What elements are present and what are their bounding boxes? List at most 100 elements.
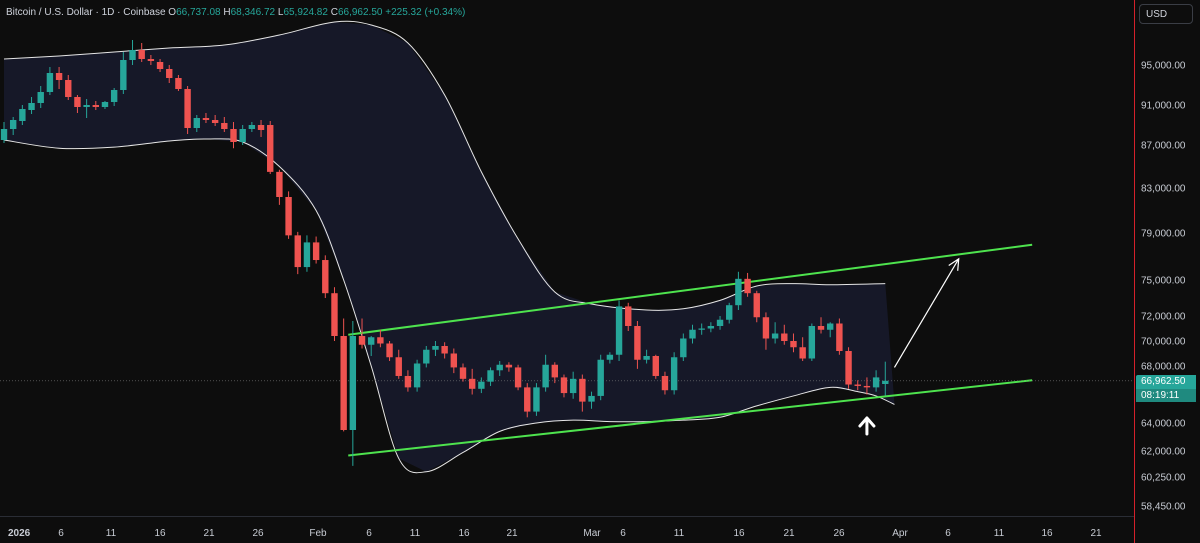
candle-body	[634, 326, 641, 360]
candle-body	[257, 125, 265, 130]
price-tick-label: 87,000.00	[1141, 141, 1186, 152]
time-tick-label: 16	[1041, 528, 1053, 539]
candle-body	[716, 319, 724, 326]
candle-body	[413, 363, 421, 388]
candle-body	[827, 323, 834, 330]
price-tick-label: 79,000.00	[1141, 229, 1186, 240]
time-tick-label: 6	[945, 528, 951, 539]
change-value: +225.32 (+0.34%)	[385, 7, 466, 18]
candle	[331, 287, 338, 341]
candle-body	[744, 278, 751, 294]
candle-body	[689, 329, 696, 339]
time-tick-label: 21	[783, 528, 795, 539]
candle-body	[496, 364, 503, 371]
candle	[285, 191, 292, 239]
candle-body	[404, 375, 412, 388]
candle-body	[294, 235, 301, 268]
candle-body	[735, 278, 742, 306]
candle-body	[340, 336, 347, 430]
open-label: O	[168, 7, 177, 18]
time-tick-label: 11	[994, 528, 1005, 539]
time-tick-label: 21	[506, 528, 518, 539]
candle-body	[597, 359, 604, 396]
candle-body	[726, 305, 733, 320]
high-value: 68,346.72	[230, 7, 276, 18]
candle-body	[175, 78, 182, 89]
candle-body	[285, 197, 292, 236]
time-tick-label: 16	[458, 528, 470, 539]
candle-body	[129, 50, 136, 60]
candle-body	[184, 89, 191, 128]
time-tick-label: 21	[203, 528, 215, 539]
candle	[670, 352, 678, 395]
price-tick-label: 70,000.00	[1141, 337, 1186, 348]
candle-body	[331, 293, 338, 336]
time-tick-label: 16	[154, 528, 166, 539]
candle-body	[505, 364, 513, 368]
candle-body	[120, 60, 127, 90]
candle-body	[248, 125, 256, 129]
price-tick-label: 60,250.00	[1141, 473, 1186, 484]
candle-body	[487, 370, 494, 382]
candle-body	[202, 118, 210, 120]
candle-body	[267, 125, 274, 172]
candle-body	[588, 395, 595, 402]
candle-body	[450, 353, 458, 368]
time-tick-label: Mar	[583, 528, 601, 539]
high-label: H	[223, 7, 231, 18]
candle-body	[882, 380, 889, 384]
candle-body	[808, 326, 816, 359]
candle	[808, 323, 816, 361]
candle-body	[551, 364, 558, 378]
candle-body	[560, 377, 568, 394]
candle	[845, 347, 852, 389]
time-tick-label: 11	[674, 528, 685, 539]
candle-body	[625, 306, 632, 326]
price-tick-label: 75,000.00	[1141, 276, 1186, 287]
time-tick-label: 21	[1090, 528, 1102, 539]
candle-body	[799, 347, 806, 359]
candle-body	[303, 242, 311, 268]
price-tick-label: 95,000.00	[1141, 61, 1186, 72]
candle	[322, 255, 329, 298]
candle-body	[211, 120, 219, 123]
low-value: 65,924.82	[283, 7, 328, 18]
time-tick-label: 26	[252, 528, 264, 539]
candle-body	[845, 351, 852, 385]
price-tick-label: 91,000.00	[1141, 101, 1186, 112]
candle	[615, 300, 623, 361]
candle-body	[514, 367, 522, 388]
candle-body	[606, 354, 614, 360]
candle-body	[147, 59, 155, 61]
symbol-name[interactable]: Bitcoin / U.S. Dollar · 1D · Coinbase	[6, 7, 166, 18]
time-tick-label: 26	[833, 528, 845, 539]
candle-body	[468, 378, 476, 389]
candle	[184, 86, 191, 134]
candle-body	[349, 336, 357, 430]
candle-body	[166, 69, 173, 78]
time-tick-label: 6	[366, 528, 372, 539]
candle-body	[312, 242, 320, 261]
candlestick-chart[interactable]: 95,000.00 91,000.00 87,000.00 83,000.00 79,0…	[0, 0, 1200, 543]
candle-body	[368, 337, 375, 345]
candle-body	[101, 102, 109, 107]
candle-body	[817, 326, 825, 330]
candle-body	[46, 73, 54, 92]
candle-body	[478, 381, 485, 389]
candle-body	[386, 343, 393, 358]
currency-button[interactable]: USD	[1139, 4, 1193, 24]
candle-body	[221, 123, 228, 129]
candle-body	[836, 323, 843, 351]
candle	[514, 364, 522, 391]
time-tick-label: 6	[58, 528, 64, 539]
candle-body	[276, 171, 283, 197]
price-tick-label: 68,000.00	[1141, 362, 1186, 373]
candle-body	[19, 109, 26, 121]
candle-body	[423, 349, 430, 364]
price-tick-label: 72,000.00	[1141, 312, 1186, 323]
candle-body	[542, 364, 549, 388]
candle-body	[771, 333, 779, 339]
candle-body	[138, 50, 145, 59]
candle-body	[854, 384, 861, 386]
close-label: C	[330, 7, 338, 18]
